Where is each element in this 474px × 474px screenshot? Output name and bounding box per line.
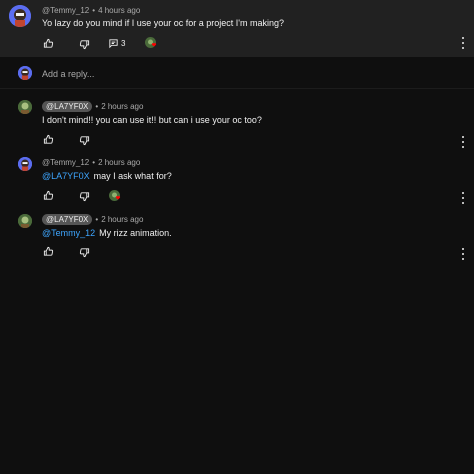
- separator: •: [95, 102, 99, 111]
- avatar[interactable]: [18, 100, 32, 114]
- thumbs-up-icon[interactable]: [43, 190, 54, 201]
- creator-heart-icon: [145, 37, 158, 50]
- more-vert-icon[interactable]: [460, 37, 466, 49]
- avatar: [18, 66, 32, 80]
- reply-meta: @Temmy_12 • 2 hours ago: [42, 158, 140, 167]
- reply-count[interactable]: 3: [121, 39, 125, 48]
- comment-meta: @Temmy_12 • 4 hours ago: [42, 6, 140, 15]
- more-vert-icon[interactable]: [460, 192, 466, 204]
- divider: [0, 88, 474, 89]
- avatar[interactable]: [18, 157, 32, 171]
- reply-body: may I ask what for?: [93, 171, 172, 181]
- reply-text: I don't mind!! you can use it!! but can …: [42, 115, 262, 125]
- thumbs-down-icon[interactable]: [79, 39, 90, 50]
- thumbs-down-icon[interactable]: [79, 191, 90, 202]
- thumbs-down-icon[interactable]: [79, 135, 90, 146]
- thumbs-down-icon[interactable]: [79, 247, 90, 258]
- creator-heart-icon: [109, 190, 122, 203]
- reply-body: I don't mind!! you can use it!! but can …: [42, 115, 262, 125]
- reply-time[interactable]: 2 hours ago: [98, 158, 140, 167]
- reply-time[interactable]: 2 hours ago: [101, 102, 143, 111]
- top-comment: @Temmy_12 • 4 hours ago Yo lazy do you min…: [0, 0, 474, 57]
- reply-meta: @LA7YF0X • 2 hours ago: [42, 101, 143, 112]
- comment-text: Yo lazy do you mind if I use your oc for…: [42, 18, 285, 28]
- thumbs-up-icon[interactable]: [43, 246, 54, 257]
- reply-text: @LA7YF0X may I ask what for?: [42, 171, 172, 181]
- reply-icon[interactable]: [108, 38, 119, 49]
- comment-time[interactable]: 4 hours ago: [98, 6, 140, 15]
- avatar[interactable]: [9, 5, 31, 27]
- reply-author[interactable]: @LA7YF0X: [42, 214, 93, 225]
- reply-meta: @LA7YF0X • 2 hours ago: [42, 214, 143, 225]
- reply-input[interactable]: Add a reply...: [42, 69, 94, 79]
- reply-author[interactable]: @LA7YF0X: [42, 101, 93, 112]
- reply-mention[interactable]: @Temmy_12: [42, 228, 95, 238]
- more-vert-icon[interactable]: [460, 136, 466, 148]
- separator: •: [92, 6, 96, 15]
- avatar[interactable]: [18, 214, 32, 228]
- separator: •: [95, 215, 99, 224]
- thumbs-up-icon[interactable]: [43, 38, 54, 49]
- reply-time[interactable]: 2 hours ago: [101, 215, 143, 224]
- reply-mention[interactable]: @LA7YF0X: [42, 171, 90, 181]
- reply-body: My rizz animation.: [99, 228, 172, 238]
- reply-author[interactable]: @Temmy_12: [42, 158, 89, 167]
- comment-author[interactable]: @Temmy_12: [42, 6, 89, 15]
- reply-text: @Temmy_12 My rizz animation.: [42, 228, 172, 238]
- separator: •: [92, 158, 96, 167]
- more-vert-icon[interactable]: [460, 248, 466, 260]
- thumbs-up-icon[interactable]: [43, 134, 54, 145]
